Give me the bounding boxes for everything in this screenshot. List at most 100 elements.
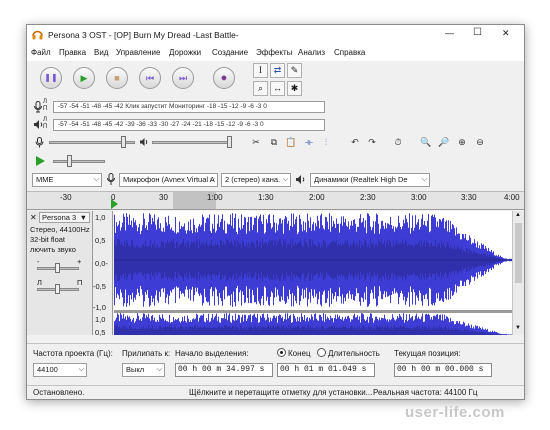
paste-icon[interactable]: 📋	[284, 135, 298, 149]
input-device-select[interactable]: Микрофон (Avnex Virtual A ⌵	[119, 173, 218, 187]
menu-help[interactable]: Справка	[334, 48, 365, 57]
zoom-out-icon[interactable]: 🔎	[437, 135, 451, 149]
output-device-select[interactable]: Динамики (Realtek High De ⌵	[310, 173, 430, 187]
ruler-tick: 30	[159, 193, 168, 202]
silence-icon[interactable]: ⫶	[319, 135, 333, 149]
multi-tool[interactable]: ✱	[287, 81, 302, 96]
maximize-button[interactable]: ☐	[473, 27, 482, 38]
pan-left-label: Л	[37, 278, 42, 287]
play-button[interactable]: ▶	[73, 67, 95, 89]
menu-transport[interactable]: Управление	[116, 48, 160, 57]
speaker-icon	[295, 174, 306, 187]
title-bar: Persona 3 OST - [OP] Burn My Dread -Last…	[27, 25, 524, 45]
selection-start-time[interactable]: 00 h 00 m 34.997 s	[175, 363, 273, 377]
scale-label: 0,5	[95, 328, 106, 337]
fit-project-icon[interactable]: ⊖	[473, 135, 487, 149]
pan-slider-thumb[interactable]	[55, 284, 60, 294]
snap-to-label: Прилипать к:	[122, 349, 171, 358]
status-hint: Щёлкните и перетащите отметку для устано…	[189, 388, 373, 397]
speaker-volume-icon	[139, 137, 149, 149]
track-close-button[interactable]: ✕	[30, 213, 37, 222]
menu-analyze[interactable]: Анализ	[298, 48, 325, 57]
menu-generate[interactable]: Создание	[212, 48, 248, 57]
selection-tool[interactable]: I	[253, 63, 268, 78]
scale-label: -1,0	[93, 303, 106, 312]
vertical-scrollbar[interactable]: ▲ ▼	[512, 211, 524, 335]
end-radio-dot	[280, 351, 283, 354]
snap-to-select[interactable]: Выкл ⌵	[122, 363, 165, 377]
recording-volume-thumb[interactable]	[121, 136, 126, 148]
gain-minus-label: -	[37, 257, 40, 266]
menu-tracks[interactable]: Дорожки	[169, 48, 201, 57]
copy-icon[interactable]: ⧉	[267, 135, 281, 149]
microphone-icon	[106, 173, 116, 188]
trim-icon[interactable]: ⟛	[302, 135, 316, 149]
track-name-dropdown[interactable]: Persona 3 ▼	[39, 212, 90, 223]
playback-volume-slider[interactable]	[152, 141, 232, 144]
audio-host-select[interactable]: MME ⌵	[32, 173, 102, 187]
menu-effects[interactable]: Эффекты	[256, 48, 292, 57]
selection-end-time[interactable]: 00 h 01 m 01.049 s	[277, 363, 375, 377]
end-radio-label: Конец	[288, 349, 311, 358]
record-button[interactable]: ●	[213, 67, 235, 89]
zoom-in-icon[interactable]: 🔍	[419, 135, 433, 149]
zoom-tool[interactable]: ⌕	[253, 81, 268, 96]
redo-icon[interactable]: ↷	[365, 135, 379, 149]
input-channels-select[interactable]: 2 (стерео) кана. ⌵	[221, 173, 291, 187]
sync-lock-icon[interactable]: ⏱	[391, 135, 405, 149]
audio-position-time[interactable]: 00 h 00 m 00.000 s	[394, 363, 492, 377]
menu-bar: Файл Правка Вид Управление Дорожки Созда…	[27, 45, 524, 61]
scroll-up-icon[interactable]: ▲	[515, 212, 521, 218]
status-rate: Реальная частота: 44100 Гц	[373, 388, 478, 397]
scale-label: 0,0-	[95, 259, 108, 268]
end-radio[interactable]	[277, 348, 286, 357]
record-icon: ●	[220, 71, 228, 84]
selection-toolbar: Частота проекта (Гц): 44100 ⌵ Прилипать к…	[27, 343, 524, 383]
play-at-speed-button[interactable]	[34, 155, 46, 167]
gain-slider-thumb[interactable]	[55, 263, 60, 273]
draw-tool[interactable]: ✎	[287, 63, 302, 78]
minimize-button[interactable]: —	[445, 28, 454, 38]
pan-right-label: П	[77, 278, 83, 287]
playback-meter[interactable]: -57 -54 -51 -48 -45 -42 -39 -36 -33 -30 …	[53, 119, 325, 131]
fit-selection-icon[interactable]: ⊕	[455, 135, 469, 149]
stop-button[interactable]: ■	[106, 67, 128, 89]
scroll-down-icon[interactable]: ▼	[515, 325, 521, 331]
scrollbar-thumb[interactable]	[515, 223, 522, 283]
cut-icon[interactable]: ✂	[249, 135, 263, 149]
ruler-tick: 0	[111, 193, 116, 202]
watermark: user-life.com	[405, 404, 505, 421]
waveform-area[interactable]	[114, 211, 512, 335]
length-radio[interactable]	[317, 348, 326, 357]
skip-to-end-button[interactable]: ⏭	[172, 67, 194, 89]
menu-view[interactable]: Вид	[94, 48, 108, 57]
project-rate-select[interactable]: 44100 ⌵	[33, 363, 87, 377]
ruler-tick: 2:30	[360, 193, 376, 202]
ruler-tick: -30	[60, 193, 72, 202]
audio-position-label: Текущая позиция:	[394, 349, 461, 358]
play-speed-thumb[interactable]	[67, 155, 72, 167]
mute-solo-buttons[interactable]: лючить звуко	[30, 245, 76, 254]
record-meter[interactable]: -57 -54 -51 -48 -45 -42 Клик запустит Мо…	[53, 101, 325, 113]
ruler-tick: 3:30	[461, 193, 477, 202]
track-bitdepth: 32-bit float	[30, 235, 66, 244]
envelope-tool[interactable]: ⇄	[270, 63, 285, 78]
status-state: Остановлено.	[33, 388, 85, 397]
ruler-tick: 3:00	[411, 193, 427, 202]
app-headphones-icon	[32, 29, 43, 40]
play-speed-slider[interactable]	[53, 160, 105, 163]
close-button[interactable]: ✕	[502, 28, 510, 39]
window-title: Persona 3 OST - [OP] Burn My Dread -Last…	[48, 30, 239, 40]
undo-icon[interactable]: ↶	[348, 135, 362, 149]
stop-icon: ■	[114, 72, 120, 83]
pause-button[interactable]: ❚❚	[40, 67, 62, 89]
menu-edit[interactable]: Правка	[59, 48, 86, 57]
playback-volume-thumb[interactable]	[227, 136, 232, 148]
skip-to-start-button[interactable]: ⏮	[139, 67, 161, 89]
timeline-ruler[interactable]: -30 0 30 1:00 1:30 2:00 2:30 3:00 3:30 4…	[27, 191, 524, 210]
menu-file[interactable]: Файл	[31, 48, 51, 57]
mic-meter-icon	[33, 101, 43, 115]
track-format: Стерео, 44100Hz	[30, 225, 90, 234]
ruler-tick: 1:00	[207, 193, 223, 202]
timeshift-tool[interactable]: ↔	[270, 81, 285, 96]
